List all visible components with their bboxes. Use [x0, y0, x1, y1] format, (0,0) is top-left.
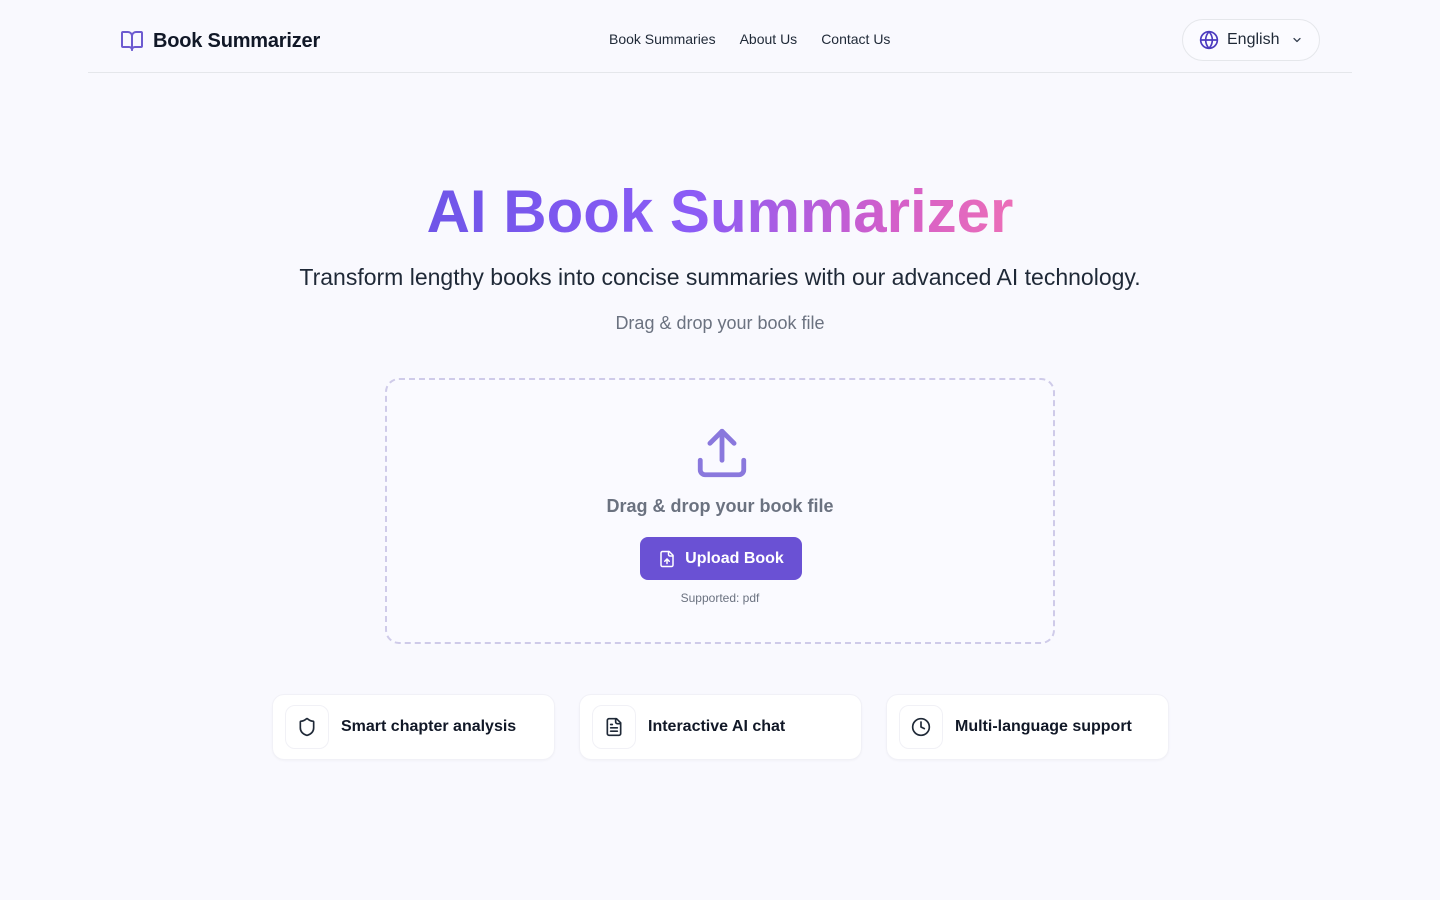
- logo-text: Book Summarizer: [153, 29, 321, 52]
- feature-icon-wrap: [285, 705, 329, 749]
- document-icon: [606, 717, 622, 737]
- upload-icon: [697, 428, 747, 478]
- upload-book-button[interactable]: Upload Book: [640, 537, 802, 580]
- hero-hint: Drag & drop your book file: [615, 313, 825, 333]
- feature-list: Smart chapter analysis Interactive AI ch…: [272, 694, 1169, 760]
- language-selector[interactable]: English: [1182, 19, 1320, 61]
- file-dropzone[interactable]: Drag & drop your book file Upload Book S…: [385, 378, 1055, 644]
- feature-label: Smart chapter analysis: [341, 718, 517, 735]
- shield-icon: [299, 717, 315, 737]
- chevron-down-icon: [1293, 37, 1302, 43]
- page-title: AI Book Summarizer: [0, 178, 1440, 246]
- book-icon: [121, 31, 143, 51]
- feature-label: Interactive AI chat: [648, 718, 786, 735]
- supported-formats: Supported: pdf: [680, 591, 760, 605]
- language-label: English: [1227, 31, 1280, 48]
- feature-card: Multi-language support: [886, 694, 1169, 760]
- file-upload-icon: [660, 550, 674, 567]
- nav-about-us[interactable]: About Us: [740, 31, 798, 47]
- globe-icon: [1199, 30, 1219, 50]
- page-title-text: AI Book Summarizer: [426, 178, 1014, 245]
- nav-book-summaries[interactable]: Book Summaries: [609, 31, 716, 47]
- site-header: Book Summarizer Book Summaries About Us …: [88, 0, 1352, 73]
- logo-link[interactable]: Book Summarizer: [120, 27, 320, 55]
- feature-card: Interactive AI chat: [579, 694, 862, 760]
- feature-icon-wrap: [592, 705, 636, 749]
- feature-card: Smart chapter analysis: [272, 694, 555, 760]
- clock-icon: [911, 717, 931, 737]
- hero-subtitle: Transform lengthy books into concise sum…: [299, 264, 1141, 290]
- nav-contact-us[interactable]: Contact Us: [821, 31, 890, 47]
- main-nav: Book Summaries About Us Contact Us: [609, 31, 890, 47]
- dropzone-text: Drag & drop your book file: [606, 496, 834, 516]
- feature-icon-wrap: [899, 705, 943, 749]
- feature-label: Multi-language support: [955, 718, 1132, 735]
- upload-book-label: Upload Book: [685, 549, 784, 567]
